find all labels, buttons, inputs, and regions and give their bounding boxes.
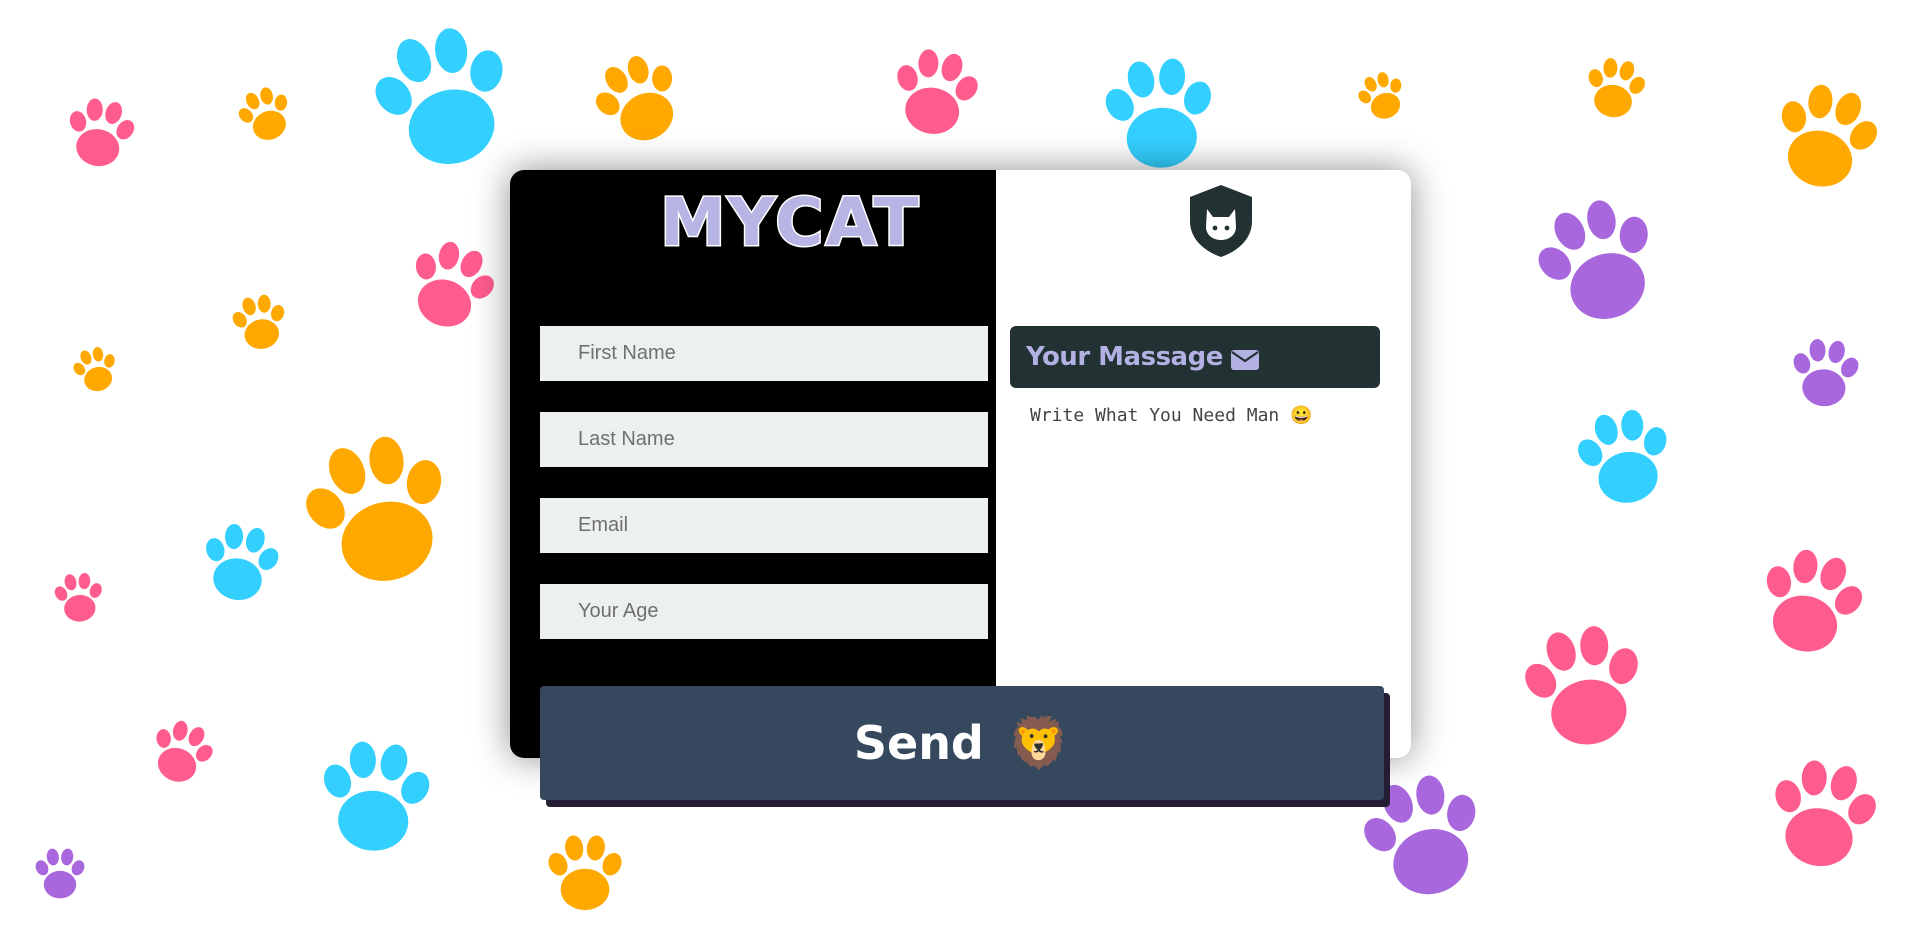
paw-print-icon bbox=[1574, 49, 1655, 130]
paw-print-icon bbox=[1737, 532, 1884, 679]
paw-print-icon bbox=[1347, 62, 1417, 132]
paw-print-icon bbox=[54, 89, 147, 182]
send-label: Send bbox=[853, 716, 984, 770]
paw-print-icon bbox=[276, 411, 484, 619]
paw-print-icon bbox=[64, 339, 128, 403]
email-input[interactable] bbox=[540, 498, 988, 553]
message-panel: Your Massage bbox=[996, 170, 1411, 758]
paw-print-icon bbox=[48, 568, 111, 631]
paw-print-icon bbox=[1504, 609, 1666, 771]
paw-print-icon bbox=[223, 287, 297, 361]
lion-emoji-icon: 🦁 bbox=[1007, 714, 1071, 772]
paw-print-icon bbox=[1561, 396, 1688, 523]
paw-print-icon bbox=[1752, 67, 1899, 214]
paw-print-icon bbox=[1090, 47, 1231, 188]
send-button[interactable]: Send 🦁 bbox=[540, 686, 1384, 800]
paw-print-icon bbox=[1782, 332, 1869, 419]
paw-print-icon bbox=[188, 513, 292, 617]
form-panel: MYCAT bbox=[510, 170, 996, 758]
paw-print-icon bbox=[386, 224, 514, 352]
paw-print-icon bbox=[305, 730, 446, 871]
last-name-input[interactable] bbox=[540, 412, 988, 467]
paw-print-icon bbox=[540, 830, 630, 920]
paw-print-icon bbox=[226, 76, 305, 155]
contact-card: MYCAT Your Massage bbox=[510, 170, 1411, 758]
message-textarea[interactable] bbox=[1010, 395, 1382, 655]
paw-print-icon bbox=[1750, 745, 1895, 890]
paw-print-icon bbox=[30, 845, 90, 905]
paw-print-icon bbox=[1510, 175, 1689, 354]
paw-print-icon bbox=[135, 708, 227, 800]
message-header: Your Massage bbox=[1010, 326, 1380, 388]
age-input[interactable] bbox=[540, 584, 988, 639]
cat-shield-icon bbox=[1186, 183, 1256, 259]
logo-text: MYCAT bbox=[659, 184, 921, 261]
paw-print-icon bbox=[877, 37, 993, 153]
first-name-input[interactable] bbox=[540, 326, 988, 381]
paw-print-icon bbox=[574, 36, 707, 169]
message-title: Your Massage bbox=[1026, 342, 1223, 372]
envelope-icon bbox=[1230, 347, 1259, 370]
